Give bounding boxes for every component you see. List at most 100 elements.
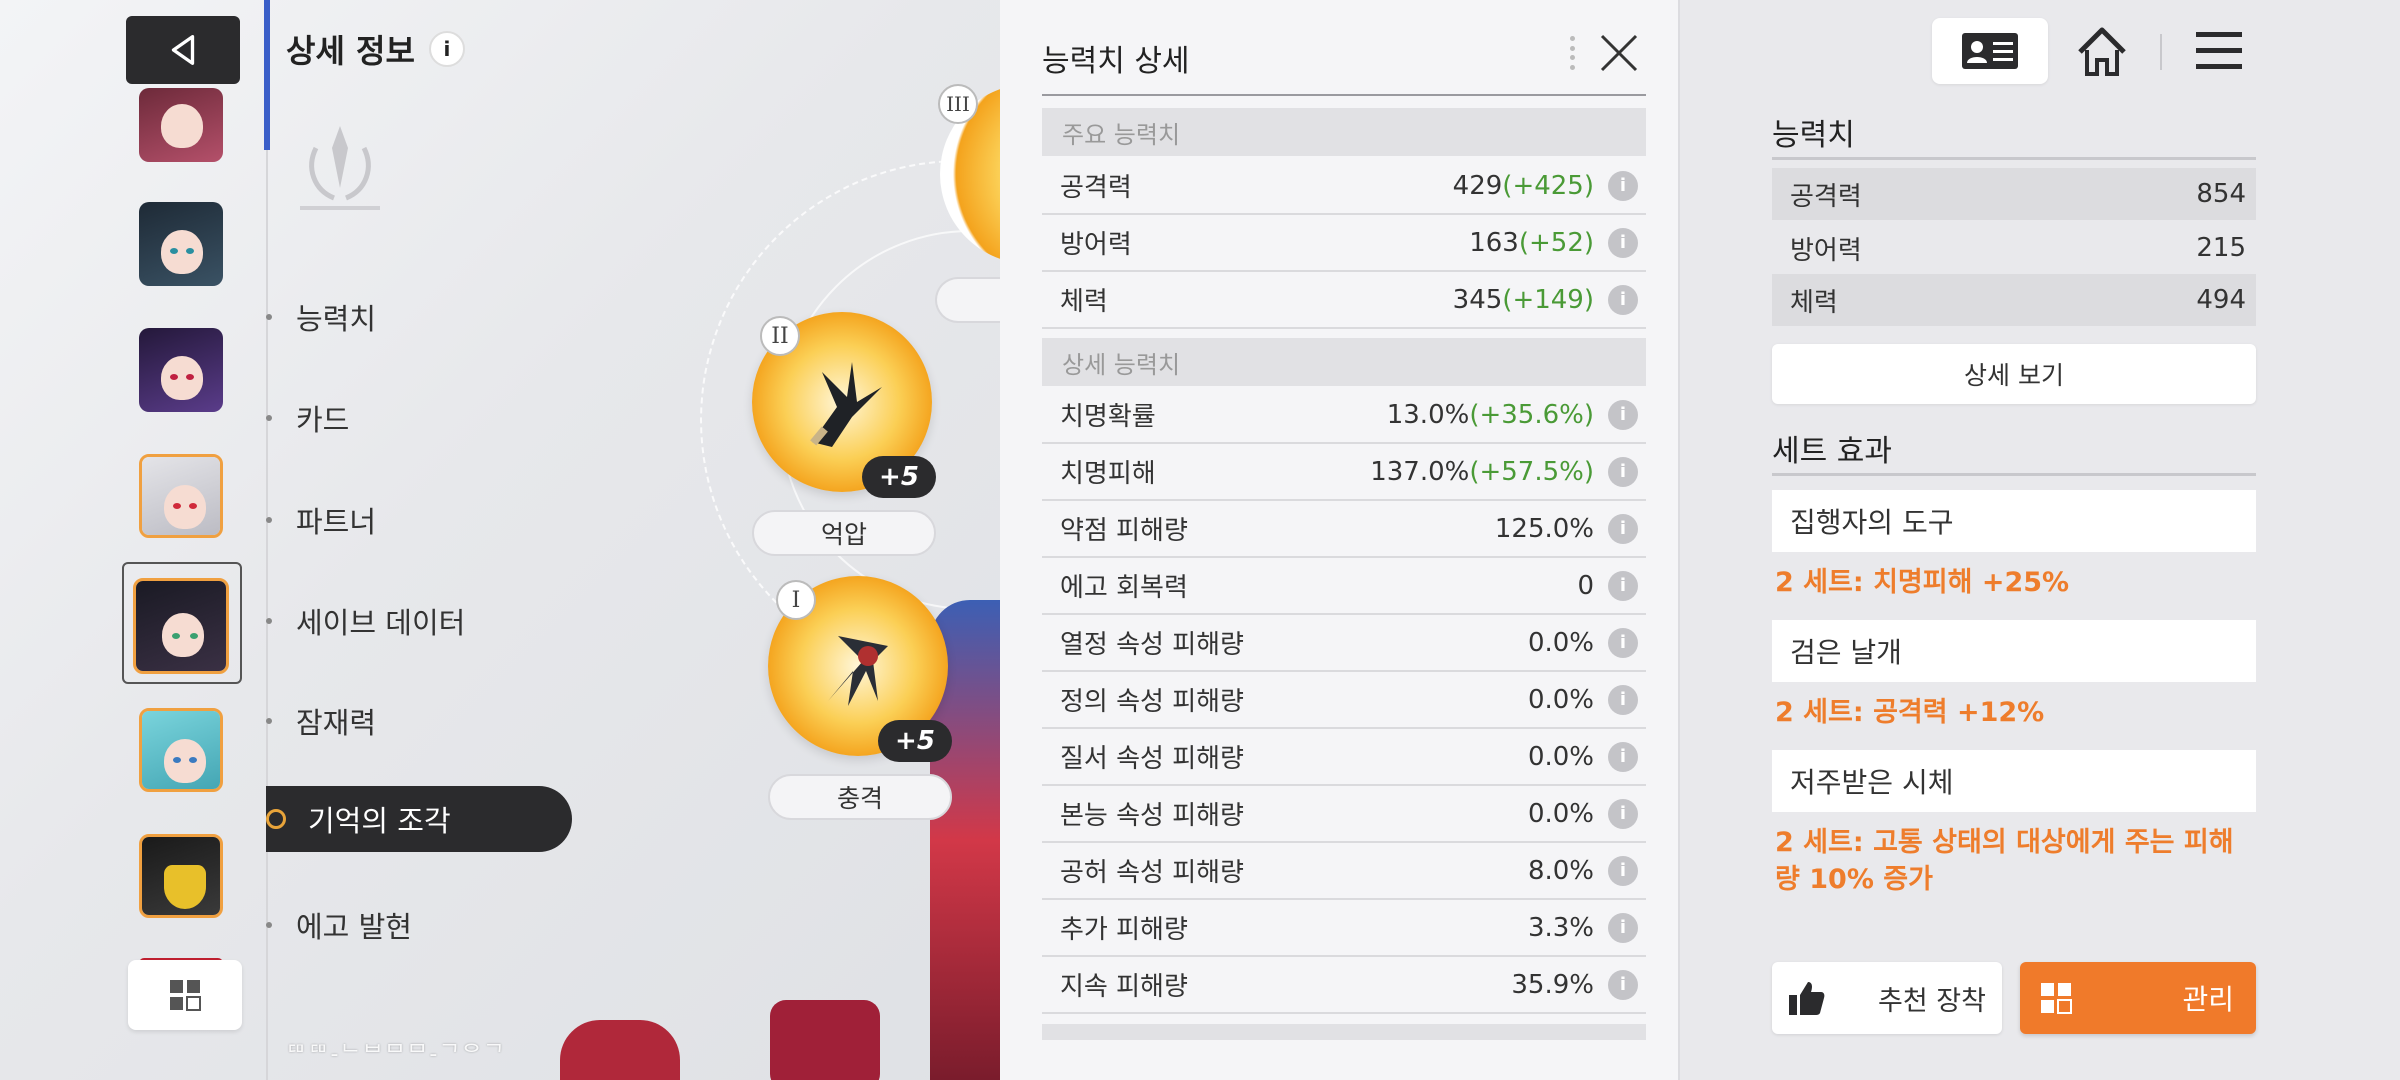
- info-icon[interactable]: i: [1608, 741, 1638, 772]
- stat-row: 에고 회복력 0 i: [1042, 558, 1646, 615]
- stat-name: 에고 회복력: [1060, 573, 1188, 603]
- hamburger-menu-icon[interactable]: [2194, 28, 2244, 74]
- menu-item-label: 카드: [296, 403, 350, 437]
- set-effect-section-title: 세트 효과: [1772, 426, 2256, 476]
- menu-item-label: 기억의 조각: [308, 804, 451, 838]
- menu-item-stats[interactable]: 능력치: [266, 296, 376, 338]
- stat-name: 공허 속성 피해량: [1060, 858, 1244, 888]
- stat-row: 공허 속성 피해량 8.0% i: [1042, 843, 1646, 900]
- set-effect-text: 2 세트: 공격력 +12%: [1775, 697, 2045, 728]
- info-icon[interactable]: i: [1608, 513, 1638, 544]
- page-title: 상세 정보: [286, 32, 415, 70]
- grid-icon: [2041, 983, 2072, 1014]
- stat-value: 215: [2196, 233, 2246, 263]
- stat-value: 0.0%: [1527, 684, 1594, 715]
- stat-bonus: (+52): [1518, 227, 1594, 258]
- stat-name: 체력: [1060, 287, 1108, 317]
- menu-item-partner[interactable]: 파트너: [266, 499, 376, 541]
- character-avatar[interactable]: [139, 202, 223, 286]
- info-icon[interactable]: i: [1608, 969, 1638, 1000]
- stats-detail-panel: 능력치 상세 주요 능력치 공격력 429(+425) i 방어력 163(+5…: [1000, 0, 1678, 1080]
- set-name[interactable]: 검은 날개: [1772, 620, 2256, 682]
- character-avatar-selected[interactable]: [133, 578, 229, 674]
- fragment-label: 충격: [768, 774, 952, 820]
- stat-name: 본능 속성 피해량: [1060, 801, 1244, 831]
- info-icon[interactable]: i: [1608, 399, 1638, 430]
- menu-item-ego-manifestation[interactable]: 에고 발현: [266, 904, 412, 946]
- stat-row: 공격력 854: [1772, 168, 2256, 220]
- menu-item-label: 세이브 데이터: [296, 606, 466, 640]
- stat-base: 163: [1469, 227, 1519, 258]
- slot-number: I: [776, 580, 816, 620]
- enhance-level-badge: +5: [862, 456, 936, 498]
- info-icon[interactable]: i: [1608, 627, 1638, 658]
- stat-value: 494: [2196, 285, 2246, 315]
- stat-value: 345(+149): [1453, 285, 1594, 315]
- info-icon[interactable]: i: [1608, 798, 1638, 829]
- menu-item-cards[interactable]: 카드: [266, 397, 349, 439]
- info-button[interactable]: i: [428, 31, 465, 67]
- drag-handle-icon[interactable]: [1570, 36, 1576, 70]
- profile-card-button[interactable]: [1932, 18, 2048, 84]
- memory-fragment-slot-2[interactable]: II +5: [752, 312, 936, 498]
- manage-button[interactable]: 관리: [2020, 962, 2256, 1034]
- info-icon[interactable]: i: [1608, 684, 1638, 715]
- memory-fragment-slot-1[interactable]: I +5: [768, 576, 952, 762]
- stat-bonus: (+149): [1502, 284, 1594, 315]
- stat-name: 치명피해: [1060, 459, 1156, 489]
- back-button[interactable]: [126, 16, 240, 84]
- character-avatar[interactable]: [139, 708, 223, 792]
- view-details-button[interactable]: 상세 보기: [1772, 344, 2256, 404]
- stat-value: 35.9%: [1511, 969, 1594, 1000]
- info-icon[interactable]: i: [1608, 227, 1638, 258]
- stat-bonus: (+425): [1502, 170, 1594, 201]
- menu-item-save-data[interactable]: 세이브 데이터: [266, 600, 465, 642]
- stat-value: 13.0%(+35.6%): [1387, 400, 1594, 430]
- info-icon[interactable]: i: [1608, 456, 1638, 487]
- info-icon[interactable]: i: [1608, 170, 1638, 201]
- accent-line: [264, 0, 270, 150]
- info-icon[interactable]: i: [1608, 570, 1638, 601]
- id-card-icon: [1962, 33, 2018, 69]
- close-icon[interactable]: [1596, 30, 1642, 76]
- menu-item-memory-fragments[interactable]: 기억의 조각: [266, 786, 572, 852]
- menu-item-label: 능력치: [296, 302, 377, 336]
- bullet-icon: [266, 415, 272, 421]
- bullet-icon: [266, 922, 272, 928]
- enhance-level-badge: +5: [878, 720, 952, 762]
- info-icon[interactable]: i: [1608, 855, 1638, 886]
- character-avatar[interactable]: [139, 454, 223, 538]
- stat-row: 지속 피해량 35.9% i: [1042, 957, 1646, 1014]
- grid-icon: [170, 980, 201, 1011]
- character-avatar[interactable]: [139, 328, 223, 412]
- bullet-icon: [266, 718, 272, 724]
- character-avatar[interactable]: [139, 834, 223, 918]
- stat-name: 방어력: [1060, 230, 1132, 260]
- back-arrow-icon: [171, 35, 195, 65]
- emblem-icon: [300, 126, 380, 210]
- stat-row: 체력 494: [1772, 274, 2256, 326]
- set-name[interactable]: 저주받은 시체: [1772, 750, 2256, 812]
- character-avatar[interactable]: [139, 88, 223, 162]
- set-effect-text: 2 세트: 치명피해 +25%: [1775, 567, 2070, 598]
- bullet-icon: [266, 517, 272, 523]
- character-art-part: [560, 1020, 680, 1080]
- set-name[interactable]: 집행자의 도구: [1772, 490, 2256, 552]
- stat-row: 공격력 429(+425) i: [1042, 158, 1646, 215]
- info-icon[interactable]: i: [1608, 284, 1638, 315]
- stat-row: 질서 속성 피해량 0.0% i: [1042, 729, 1646, 786]
- stat-row: 추가 피해량 3.3% i: [1042, 900, 1646, 957]
- menu-item-label: 파트너: [296, 505, 377, 539]
- stat-value: 125.0%: [1494, 513, 1594, 544]
- info-icon[interactable]: i: [1608, 912, 1638, 943]
- fragment-label: 억압: [752, 510, 936, 556]
- stat-bonus: (+35.6%): [1469, 399, 1594, 430]
- stat-name: 공격력: [1790, 181, 1862, 212]
- wing-blade-icon: [810, 362, 882, 447]
- home-icon[interactable]: [2074, 24, 2130, 80]
- menu-item-potential[interactable]: 잠재력: [266, 700, 376, 742]
- stat-row: 본능 속성 피해량 0.0% i: [1042, 786, 1646, 843]
- grid-view-button[interactable]: [128, 960, 242, 1030]
- menu-item-label: 에고 발현: [296, 910, 412, 944]
- recommended-equip-button[interactable]: 추천 장착: [1772, 962, 2002, 1034]
